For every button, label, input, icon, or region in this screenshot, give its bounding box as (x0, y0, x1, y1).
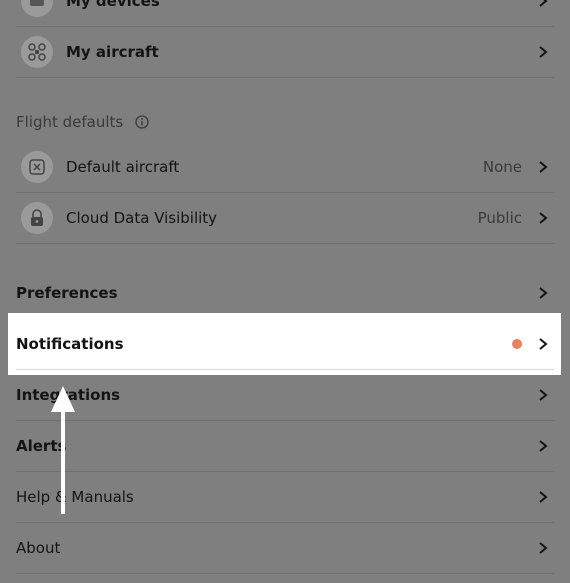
aircraft-icon (21, 36, 53, 68)
device-icon (21, 0, 53, 17)
menu-item-value: None (482, 158, 522, 176)
menu-item-label: Preferences (16, 284, 118, 302)
menu-item-label: My devices (66, 0, 160, 10)
section-title: Flight defaults (16, 113, 124, 131)
chevron-right-icon (539, 338, 548, 350)
chevron-right-icon (539, 0, 548, 7)
info-icon[interactable] (135, 115, 149, 129)
chevron-right-icon (539, 212, 548, 224)
menu-item-label: My aircraft (66, 43, 159, 61)
chevron-right-icon (539, 287, 548, 299)
chevron-right-icon (539, 161, 548, 173)
menu-item-default-aircraft[interactable]: Default aircraft None (16, 142, 554, 193)
menu-item-alerts[interactable]: Alerts (16, 421, 554, 472)
menu-item-my-aircraft[interactable]: My aircraft (16, 27, 554, 78)
menu-item-label: Notifications (16, 335, 124, 353)
section-header-flight-defaults: Flight defaults (16, 112, 149, 132)
arrow-up-icon (51, 386, 75, 514)
menu-item-value: Public (477, 209, 522, 227)
menu-item-cloud-visibility[interactable]: Cloud Data Visibility Public (16, 193, 554, 244)
menu-item-my-devices[interactable]: My devices (16, 0, 554, 27)
menu-item-preferences[interactable]: Preferences (16, 268, 554, 319)
menu-item-label: About (16, 539, 61, 557)
menu-item-about[interactable]: About (16, 523, 554, 574)
menu-item-integrations[interactable]: Integrations (16, 370, 554, 421)
chevron-right-icon (539, 440, 548, 452)
default-aircraft-icon (21, 151, 53, 183)
menu-item-help[interactable]: Help & Manuals (16, 472, 554, 523)
notification-badge (512, 339, 522, 349)
chevron-right-icon (539, 389, 548, 401)
chevron-right-icon (539, 46, 548, 58)
chevron-right-icon (539, 542, 548, 554)
menu-item-label: Cloud Data Visibility (66, 209, 218, 227)
chevron-right-icon (539, 491, 548, 503)
menu-item-label: Default aircraft (66, 158, 180, 176)
lock-icon (21, 202, 53, 234)
menu-item-notifications[interactable]: Notifications (16, 319, 554, 370)
